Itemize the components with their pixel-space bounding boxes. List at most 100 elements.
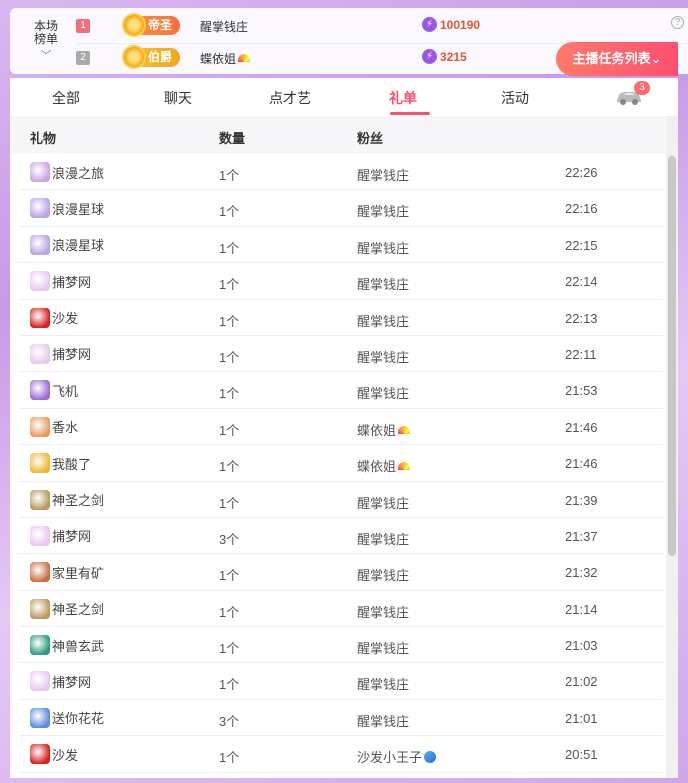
header-quantity: 数量 <box>219 131 246 146</box>
gift-cell: 送你花花 <box>30 707 105 728</box>
chevron-down-icon[interactable]: ﹀ <box>30 50 62 63</box>
gift-cell: 捕梦网 <box>30 525 91 546</box>
tab-activity[interactable]: 活动 <box>501 88 529 108</box>
scrollbar[interactable] <box>666 116 678 778</box>
lemon-gift-icon <box>30 453 50 474</box>
table-row[interactable]: 神圣之剑 1个 醒掌钱庄 21:14 <box>20 591 663 628</box>
gift-time: 21:53 <box>565 383 598 399</box>
table-row[interactable]: 神圣之剑 1个 醒掌钱庄 21:39 <box>20 482 663 518</box>
fan-name-cell[interactable]: 醒掌钱庄 <box>357 347 409 366</box>
scrollbar-thumb[interactable] <box>668 156 676 556</box>
fan-name-cell[interactable]: 醒掌钱庄 <box>357 711 409 730</box>
badge-label: 帝圣 <box>148 18 173 32</box>
fan-name-cell[interactable]: 醒掌钱庄 <box>357 238 409 257</box>
rank-row[interactable]: 1 帝圣 醒掌钱庄 ⚡ 100190 <box>76 12 688 41</box>
fan-name-cell[interactable]: 醒掌钱庄 <box>357 274 409 293</box>
fan-name: 醒掌钱庄 <box>357 313 410 329</box>
fan-name-cell[interactable]: 醒掌钱庄 <box>357 201 409 220</box>
fan-name: 醒掌钱庄 <box>357 240 410 256</box>
rank-score: ⚡ 100190 <box>422 17 481 32</box>
table-row[interactable]: 香水 1个 蝶依姐 21:46 <box>20 409 663 446</box>
rank-score-value: 100190 <box>440 18 481 32</box>
fan-name-cell[interactable]: 沙发小王子 <box>357 747 437 766</box>
table-row[interactable]: 我酸了 1个 蝶依姐 21:46 <box>20 445 663 482</box>
gift-cell: 飞机 <box>30 380 78 401</box>
gift-cell: 我酸了 <box>30 453 91 474</box>
fan-name-cell[interactable]: 醒掌钱庄 <box>357 311 409 330</box>
gift-time: 21:02 <box>565 674 598 690</box>
gift-quantity: 1个 <box>219 204 240 220</box>
tab-talent[interactable]: 点才艺 <box>269 88 311 108</box>
table-row[interactable]: 捕梦网 1个 醒掌钱庄 22:11 <box>20 336 663 373</box>
table-row[interactable]: 浪漫星球 1个 醒掌钱庄 22:15 <box>20 227 663 264</box>
table-row[interactable]: 浪漫之旅 1个 醒掌钱庄 22:26 <box>20 154 663 191</box>
main-panel: 全部 聊天 点才艺 礼单 活动 3 礼物 数量 粉丝 浪漫之旅 1个 醒掌钱庄 22:… <box>10 78 678 778</box>
fan-name-cell[interactable]: 蝶依姐 <box>357 420 411 439</box>
host-task-list-label: 主播任务列表 <box>572 51 651 66</box>
table-row[interactable]: 神兽玄武 1个 醒掌钱庄 21:03 <box>20 627 663 664</box>
gift-time: 21:03 <box>565 638 598 654</box>
fan-name: 醒掌钱庄 <box>357 204 410 220</box>
sword-gift-icon <box>30 598 50 619</box>
gift-time: 21:39 <box>565 492 598 508</box>
fan-name-cell[interactable]: 蝶依姐 <box>357 456 411 475</box>
bolt-icon: ⚡ <box>422 49 437 64</box>
dreamcatcher-gift-icon <box>30 343 50 364</box>
gift-cell: 浪漫星球 <box>30 234 104 255</box>
host-task-list-button[interactable]: 主播任务列表⌄ <box>556 42 678 76</box>
fan-name-cell[interactable]: 醒掌钱庄 <box>357 638 409 657</box>
gift-name: 沙发 <box>52 311 79 327</box>
sofa-gift-icon <box>30 744 50 765</box>
fan-name-cell[interactable]: 醒掌钱庄 <box>357 602 409 621</box>
tab-chat[interactable]: 聊天 <box>164 88 192 108</box>
tab-all[interactable]: 全部 <box>52 88 80 108</box>
rainbow-icon <box>238 54 251 62</box>
gift-name: 送你花花 <box>52 711 105 727</box>
gift-cell: 浪漫星球 <box>30 198 105 219</box>
rank-user-name[interactable]: 醒掌钱庄 <box>200 18 248 35</box>
gift-time: 21:37 <box>565 528 598 544</box>
planet-gift-icon <box>30 198 50 219</box>
table-row[interactable]: 家里有矿 1个 醒掌钱庄 21:32 <box>20 554 663 591</box>
table-row[interactable]: 沙发 1个 沙发小王子 20:51 <box>20 736 663 773</box>
table-row[interactable]: 飞机 1个 醒掌钱庄 21:53 <box>20 372 663 409</box>
gift-quantity: 1个 <box>219 168 240 183</box>
gift-quantity: 1个 <box>219 277 240 293</box>
gift-quantity: 1个 <box>219 495 240 511</box>
fan-name-cell[interactable]: 醒掌钱庄 <box>357 165 409 184</box>
fan-name: 醒掌钱庄 <box>357 713 410 729</box>
gift-time: 22:16 <box>565 201 598 217</box>
rank-badge: 伯爵 <box>122 45 181 69</box>
gift-time: 22:15 <box>565 237 598 253</box>
gift-name: 神圣之剑 <box>52 493 105 509</box>
flower-gift-icon <box>30 707 50 728</box>
tab-gift-list[interactable]: 礼单 <box>389 88 417 108</box>
fan-name: 醒掌钱庄 <box>357 677 410 693</box>
rank-number: 1 <box>76 19 90 33</box>
gift-time: 20:51 <box>565 747 598 763</box>
table-row[interactable]: 捕梦网 1个 醒掌钱庄 22:14 <box>20 263 663 300</box>
gift-cell: 捕梦网 <box>30 343 91 364</box>
fan-name-cell[interactable]: 醒掌钱庄 <box>357 565 409 584</box>
fan-name-cell[interactable]: 醒掌钱庄 <box>357 493 409 512</box>
table-row[interactable]: 送你花花 3个 醒掌钱庄 21:01 <box>20 700 663 737</box>
help-icon[interactable]: ? <box>671 16 684 29</box>
gift-cell: 神圣之剑 <box>30 489 105 510</box>
table-row[interactable]: 捕梦网 3个 醒掌钱庄 21:37 <box>20 518 663 555</box>
rank-title[interactable]: 本场 榜单 ﹀ <box>30 20 62 63</box>
table-row[interactable]: 浪漫星球 1个 醒掌钱庄 22:16 <box>20 190 663 227</box>
table-row[interactable]: 捕梦网 1个 醒掌钱庄 21:02 <box>20 663 663 700</box>
fan-name-cell[interactable]: 醒掌钱庄 <box>357 674 409 693</box>
fan-name: 醒掌钱庄 <box>357 531 410 547</box>
fan-name-cell[interactable]: 醒掌钱庄 <box>357 529 409 548</box>
rank-number: 2 <box>76 51 90 65</box>
header-gift: 礼物 <box>30 131 57 146</box>
gift-time: 21:46 <box>565 419 598 435</box>
fan-name: 醒掌钱庄 <box>357 604 410 620</box>
gift-name: 浪漫星球 <box>52 201 105 217</box>
rank-user-name[interactable]: 蝶依姐 <box>200 50 251 67</box>
table-row[interactable]: 沙发 1个 醒掌钱庄 22:13 <box>20 300 663 336</box>
fan-name-cell[interactable]: 醒掌钱庄 <box>357 383 409 402</box>
gift-quantity: 1个 <box>219 349 240 365</box>
gift-quantity: 1个 <box>219 641 240 657</box>
